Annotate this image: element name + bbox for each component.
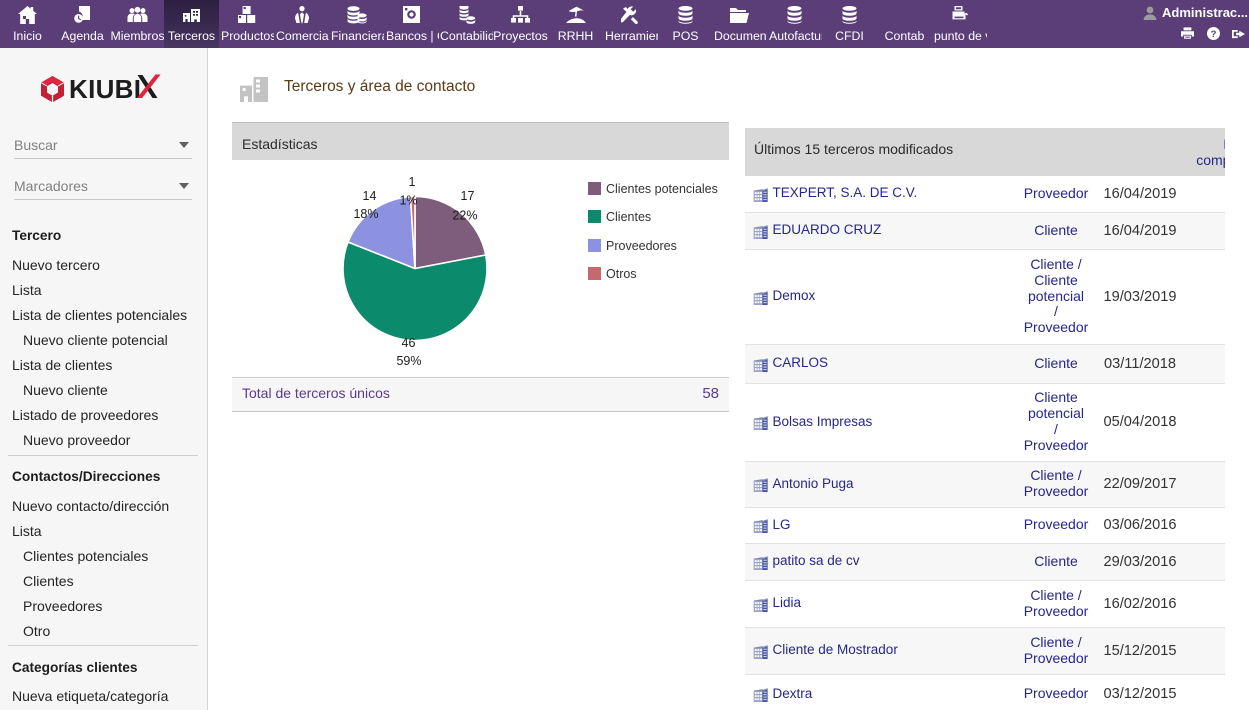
svg-text:14: 14 [363, 189, 377, 203]
svg-text:46: 46 [402, 336, 416, 350]
svg-text:59%: 59% [396, 354, 421, 368]
svg-text:1: 1 [409, 175, 416, 189]
svg-text:KIUBI: KIUBI [69, 74, 141, 104]
svg-text:18%: 18% [353, 207, 378, 221]
svg-text:?: ? [1210, 29, 1216, 40]
svg-text:22%: 22% [452, 209, 477, 223]
svg-text:17: 17 [461, 189, 475, 203]
svg-text:1%: 1% [399, 194, 417, 208]
